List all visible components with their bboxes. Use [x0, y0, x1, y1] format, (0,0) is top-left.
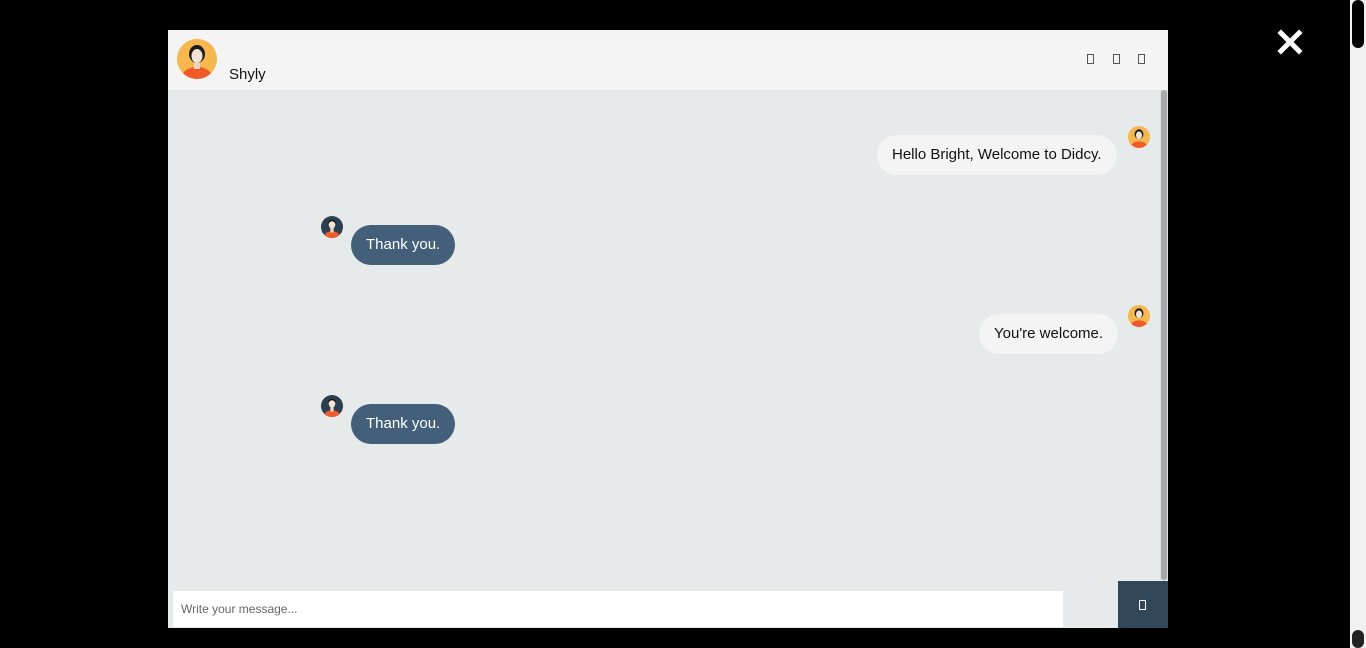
paper-plane-icon [1139, 600, 1146, 610]
sent-message: You're welcome. [979, 314, 1119, 354]
female-avatar-icon [1128, 305, 1150, 327]
female-avatar-icon [177, 39, 217, 79]
message-scrollbar[interactable] [1160, 90, 1168, 580]
chat-window: Shyly Hello Bright, Welcome to Didcy. Th… [168, 30, 1168, 628]
instagram-icon[interactable] [1138, 54, 1145, 64]
sent-message: Hello Bright, Welcome to Didcy. [877, 135, 1117, 175]
received-message: Thank you. [351, 225, 456, 265]
page-scrollbar[interactable] [1350, 0, 1366, 648]
page-scrollbar-thumb[interactable] [1352, 0, 1364, 48]
message-composer [168, 580, 1168, 628]
message-input[interactable] [173, 591, 1063, 627]
message-list: Hello Bright, Welcome to Didcy. Thank yo… [168, 90, 1160, 580]
chat-header: Shyly [168, 30, 1168, 90]
close-icon[interactable] [1276, 28, 1304, 56]
facebook-icon[interactable] [1087, 54, 1094, 64]
male-avatar-icon [321, 395, 343, 417]
contact-name: Shyly [229, 66, 266, 83]
female-avatar-icon [1128, 126, 1150, 148]
page-scrollbar-end [1352, 630, 1364, 648]
message-scrollbar-thumb[interactable] [1161, 90, 1167, 580]
send-button[interactable] [1118, 581, 1168, 628]
twitter-icon[interactable] [1113, 54, 1120, 64]
male-avatar-icon [321, 216, 343, 238]
received-message: Thank you. [351, 404, 456, 444]
